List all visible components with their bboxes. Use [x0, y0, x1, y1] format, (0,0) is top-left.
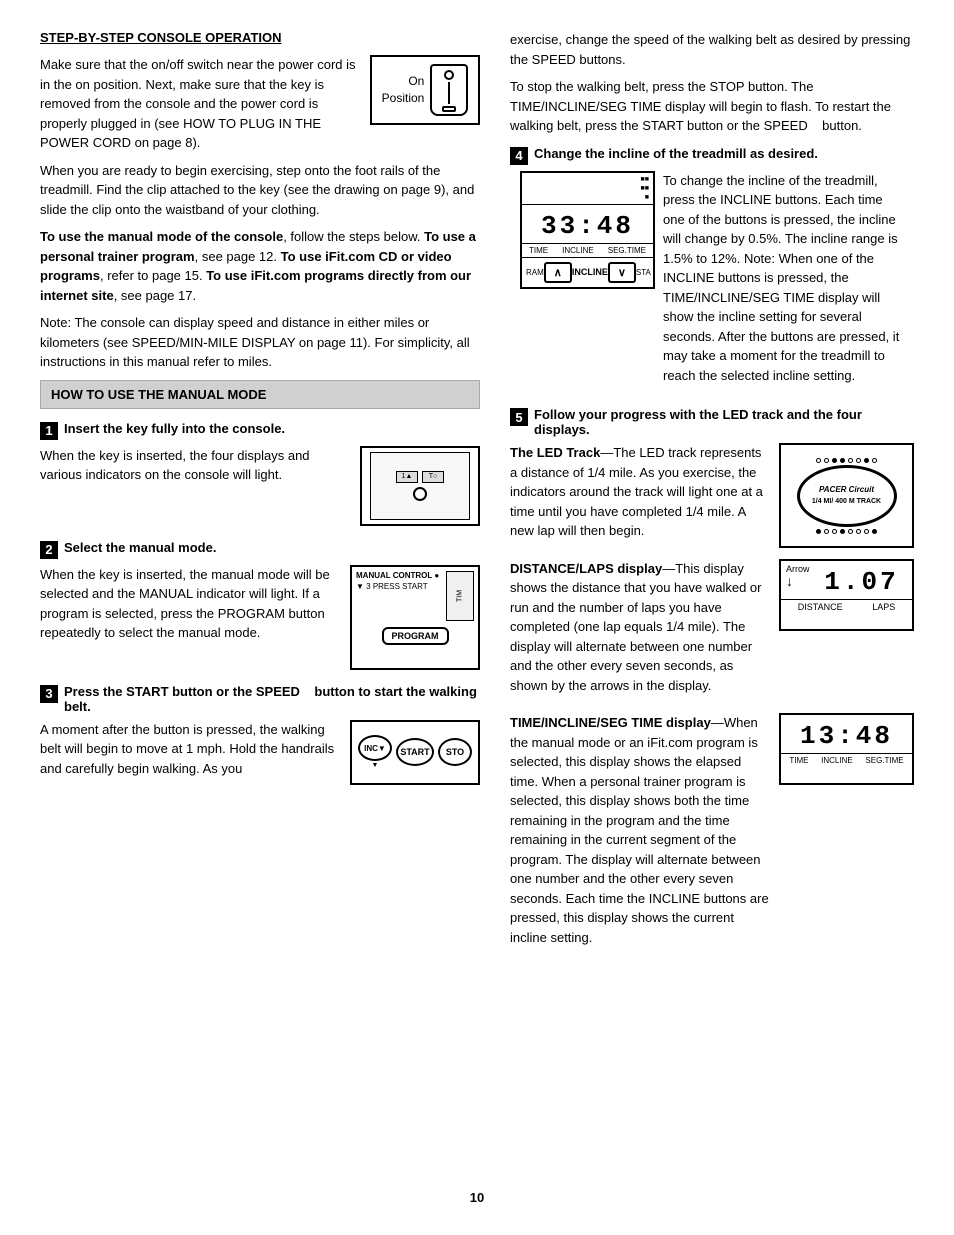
- right-continue: exercise, change the speed of the walkin…: [510, 30, 914, 69]
- step-4-content: 4 Change the incline of the treadmill as…: [510, 146, 914, 394]
- manual-mode-header: HOW TO USE THE MANUAL MODE: [40, 380, 480, 409]
- step-2-figure: MANUAL CONTROL ● ▼ 3 PRESS START TIM PRO…: [350, 565, 480, 670]
- arrow-label: Arrow ↓: [786, 564, 810, 588]
- step-3-figure: INC▼ ▼ START STO: [350, 720, 480, 785]
- distance-body: —This display shows the distance that yo…: [510, 561, 761, 693]
- step-5-num: 5: [510, 408, 528, 426]
- time-lcd: 13:48: [781, 715, 912, 753]
- distance-labels: DISTANCELAPS: [781, 599, 912, 614]
- section-title: STEP-BY-STEP CONSOLE OPERATION: [40, 30, 480, 45]
- time-text: TIME/INCLINE/SEG TIME display—When the m…: [510, 713, 771, 955]
- step-3-header: 3 Press the START button or the SPEED bu…: [40, 684, 480, 714]
- start-button-fig: START: [396, 738, 434, 766]
- step-4-title: Change the incline of the treadmill as d…: [534, 146, 818, 161]
- step-2-header: 2 Select the manual mode.: [40, 540, 480, 559]
- step-4-header: 4 Change the incline of the treadmill as…: [510, 146, 914, 165]
- left-column: STEP-BY-STEP CONSOLE OPERATION OnPositio…: [40, 30, 480, 1170]
- page-number: 10: [40, 1190, 914, 1205]
- distance-lcd: 1.07: [811, 561, 912, 599]
- step-4-figure: ■■■■■ 33:48 TIMEINCLINESEG.TIME RAM ∧ IN…: [520, 171, 655, 289]
- distance-section: DISTANCE/LAPS dis­play—This display show…: [510, 559, 914, 704]
- step-5-title: Follow your progress with the LED track …: [534, 407, 914, 437]
- on-position-label: OnPosition: [382, 73, 425, 107]
- time-labels: TIMEINCLINESEG.TIME: [781, 753, 912, 767]
- step-1-title: Insert the key fully into the console.: [64, 421, 285, 436]
- intro-p4: Note: The console can display speed and …: [40, 313, 480, 372]
- step-4-body: To change the incline of the treadmill, …: [663, 171, 906, 386]
- step-1-content: 1 Insert the key fully into the console.…: [40, 421, 480, 526]
- step-1-figure: 1▲ T○: [360, 446, 480, 526]
- step-5: 5 Follow your progress with the LED trac…: [510, 407, 914, 955]
- time-figure: 13:48 TIMEINCLINESEG.TIME: [779, 713, 914, 785]
- on-position-figure: OnPosition: [370, 55, 480, 125]
- step-3-content: 3 Press the START button or the SPEED bu…: [40, 684, 480, 787]
- step-2-title: Select the manual mode.: [64, 540, 216, 555]
- step-1: 1 Insert the key fully into the console.…: [40, 421, 480, 526]
- step-3-num: 3: [40, 685, 58, 703]
- step-1-body: When the key is inserted, the four displ…: [40, 446, 352, 485]
- intro-p3: To use the manual mode of the console, f…: [40, 227, 480, 305]
- intro-p2: When you are ready to begin exercising, …: [40, 161, 480, 220]
- time-heading: TIME/INCLINE/SEG TIME display: [510, 715, 711, 730]
- step-3-body: A moment after the button is pressed, th…: [40, 720, 342, 779]
- right-column: exercise, change the speed of the walkin…: [510, 30, 914, 1170]
- intro-block: OnPosition Make sure that the on/off swi…: [40, 55, 480, 161]
- step-5-header: 5 Follow your progress with the LED trac…: [510, 407, 914, 437]
- step-4-num: 4: [510, 147, 528, 165]
- step-1-num: 1: [40, 422, 58, 440]
- time-body: —When the manual mode or an iFit.com pro…: [510, 715, 769, 945]
- distance-figure: Arrow ↓ 1.07 DISTANCELAPS: [779, 559, 914, 631]
- step-2-body: When the key is inserted, the manual mod…: [40, 565, 342, 643]
- step-1-header: 1 Insert the key fully into the console.: [40, 421, 480, 440]
- time-section: TIME/INCLINE/SEG TIME display—When the m…: [510, 713, 914, 955]
- led-track-figure: PACER Circuit 1/4 MI/ 400 M TRACK: [779, 443, 914, 548]
- distance-heading: DISTANCE/LAPS dis­play: [510, 561, 662, 576]
- distance-text: DISTANCE/LAPS dis­play—This display show…: [510, 559, 771, 704]
- right-stop: To stop the walking belt, press the STOP…: [510, 77, 914, 136]
- step-3: 3 Press the START button or the SPEED bu…: [40, 684, 480, 787]
- step-4: 4 Change the incline of the treadmill as…: [510, 146, 914, 394]
- led-track-section: The LED Track—The LED track represents a…: [510, 443, 914, 549]
- step-2: 2 Select the manual mode. When the key i…: [40, 540, 480, 670]
- led-track-text: The LED Track—The LED track represents a…: [510, 443, 771, 549]
- led-track-heading: The LED Track: [510, 445, 600, 460]
- step-2-num: 2: [40, 541, 58, 559]
- step-5-content: 5 Follow your progress with the LED trac…: [510, 407, 914, 955]
- stop-button-fig: STO: [438, 738, 472, 766]
- step-2-content: 2 Select the manual mode. When the key i…: [40, 540, 480, 670]
- step-4-lcd: 33:48: [522, 205, 653, 243]
- step-4-lcd-labels: TIMEINCLINESEG.TIME: [522, 243, 653, 257]
- page: STEP-BY-STEP CONSOLE OPERATION OnPositio…: [0, 0, 954, 1235]
- step-3-title: Press the START button or the SPEED butt…: [64, 684, 480, 714]
